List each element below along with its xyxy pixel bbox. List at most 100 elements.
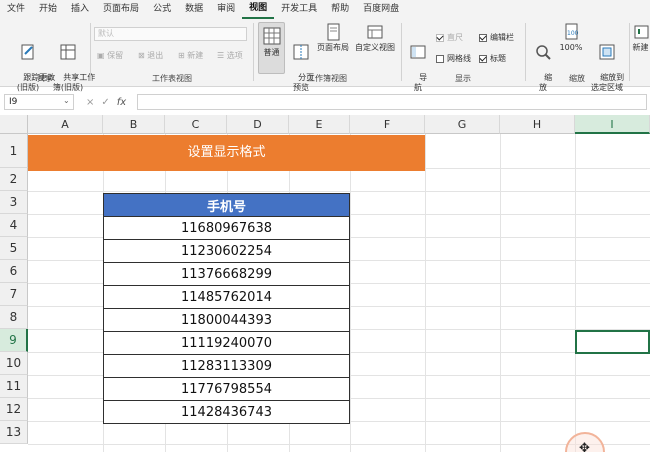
headings-check-icon [479,54,487,63]
ruler-check-icon [436,33,444,42]
column-header-b[interactable]: B [103,115,165,134]
phone-cell[interactable]: 11119240070 [103,331,350,355]
title-banner[interactable]: 设置显示格式 [28,135,425,171]
view-options-button[interactable]: ☰ 选项 [217,50,243,61]
row-header-9[interactable]: 9 [0,329,28,352]
column-header-h[interactable]: H [500,115,575,134]
workbook-view-group-label: 工作簿视图 [307,74,347,83]
row-header-3[interactable]: 3 [0,191,28,214]
share-group: 跟踪更改 (旧版) 共享工作 簿(旧版) 共享 [0,19,95,92]
menu-data[interactable]: 数据 [178,0,210,19]
phone-cell[interactable]: 11776798554 [103,377,350,401]
share-workbook-button[interactable]: 共享工作 簿(旧版) [48,23,95,103]
column-header-a[interactable]: A [28,115,103,134]
normal-view-label: 普通 [263,48,280,57]
page-break-label: 分页 预览 [293,73,315,92]
keep-view-button[interactable]: ▣ 保留 [97,50,123,61]
page-layout-view-button[interactable]: 页面布局 [315,23,351,53]
column-header-f[interactable]: F [350,115,425,134]
confirm-formula-icon[interactable]: ✓ [101,97,109,108]
column-header-c[interactable]: C [165,115,227,134]
select-all-corner[interactable] [0,115,28,134]
active-cell-i9[interactable] [575,330,650,354]
track-changes-button[interactable]: 跟踪更改 (旧版) [8,23,55,103]
keep-view-label: 保留 [107,51,124,60]
row-header-5[interactable]: 5 [0,237,28,260]
zoom-selection-icon [599,44,615,60]
zoom-selection-label: 缩放到 选定区域 [591,73,625,92]
sheet-view-combo[interactable]: 默认 [94,27,247,41]
menu-bar: 文件 开始 插入 页面布局 公式 数据 审阅 视图 开发工具 帮助 百度网盘 [0,0,650,19]
gridline [28,191,650,192]
row-header-7[interactable]: 7 [0,283,28,306]
zoom-selection-button[interactable]: 缩放到 选定区域 [588,23,626,103]
cancel-formula-icon[interactable]: × [86,97,94,108]
row-header-11[interactable]: 11 [0,375,28,398]
menu-review[interactable]: 审阅 [210,0,242,19]
gridline [425,134,426,452]
row-header-8[interactable]: 8 [0,306,28,329]
new-view-button[interactable]: ⊞ 新建 [178,50,203,61]
row-header-6[interactable]: 6 [0,260,28,283]
zoom-100-button[interactable]: 100 100% [558,23,584,53]
menu-help[interactable]: 帮助 [324,0,356,19]
page-break-preview-button[interactable]: 分页 预览 [287,23,315,103]
phone-cell[interactable]: 11485762014 [103,285,350,309]
row-header-10[interactable]: 10 [0,352,28,375]
exit-view-button[interactable]: ⊠ 退出 [138,50,163,61]
menu-developer[interactable]: 开发工具 [274,0,324,19]
zoom-button[interactable]: 缩 放 [531,23,555,103]
track-changes-icon [21,44,34,60]
page-layout-label: 页面布局 [317,43,349,52]
menu-insert[interactable]: 插入 [64,0,96,19]
custom-views-button[interactable]: 自定义视图 [352,23,398,53]
gridlines-checkbox[interactable]: 网格线 [436,53,471,64]
row-header-2[interactable]: 2 [0,168,28,191]
phone-table: 手机号 11680967638 11230602254 11376668299 … [103,193,350,424]
new-view-label: 新建 [187,51,204,60]
menu-formulas[interactable]: 公式 [146,0,178,19]
phone-cell[interactable]: 11230602254 [103,239,350,263]
phone-cell[interactable]: 11800044393 [103,308,350,332]
gridline [350,134,351,452]
headings-checkbox[interactable]: 标题 [479,53,506,64]
menu-home[interactable]: 开始 [32,0,64,19]
phone-cell[interactable]: 11680967638 [103,216,350,240]
headings-label: 标题 [490,54,506,63]
new-window-icon [634,25,648,39]
row-header-13[interactable]: 13 [0,421,28,444]
navigation-icon [410,45,426,59]
column-header-e[interactable]: E [289,115,350,134]
ruler-checkbox[interactable]: 直尺 [436,32,463,43]
row-header-1[interactable]: 1 [0,134,28,168]
phone-header-cell[interactable]: 手机号 [103,193,350,217]
svg-text:100: 100 [567,30,579,37]
name-box-dropdown-icon[interactable]: ⌄ [63,96,70,105]
row-header-12[interactable]: 12 [0,398,28,421]
page-layout-icon [327,23,340,41]
menu-baidu-netdisk[interactable]: 百度网盘 [356,0,406,19]
new-window-button[interactable]: 新建 [631,23,650,53]
navigation-button[interactable]: 导 航 [406,23,430,103]
custom-views-icon [367,25,383,39]
column-header-d[interactable]: D [227,115,289,134]
insert-function-icon[interactable]: fx [117,97,126,108]
normal-view-button[interactable]: 普通 [258,22,285,74]
share-workbook-icon [60,44,76,60]
phone-cell[interactable]: 11376668299 [103,262,350,286]
row-header-4[interactable]: 4 [0,214,28,237]
magnifier-icon [536,45,551,60]
column-header-g[interactable]: G [425,115,500,134]
menu-view[interactable]: 视图 [242,0,275,19]
ribbon-separator [629,23,630,81]
sheet-view-group-label: 工作表视图 [152,74,192,83]
menu-file[interactable]: 文件 [0,0,32,19]
column-header-i[interactable]: I [575,115,650,134]
menu-page-layout[interactable]: 页面布局 [96,0,146,19]
phone-cell[interactable]: 11283113309 [103,354,350,378]
formula-bar-checkbox[interactable]: 编辑栏 [479,32,514,43]
zoom-label: 缩 放 [539,73,553,92]
formula-input[interactable] [137,94,647,110]
ribbon: 跟踪更改 (旧版) 共享工作 簿(旧版) 共享 工作表视图 默认 ▣ 保留 ⊠ … [0,19,650,92]
phone-cell[interactable]: 11428436743 [103,400,350,424]
